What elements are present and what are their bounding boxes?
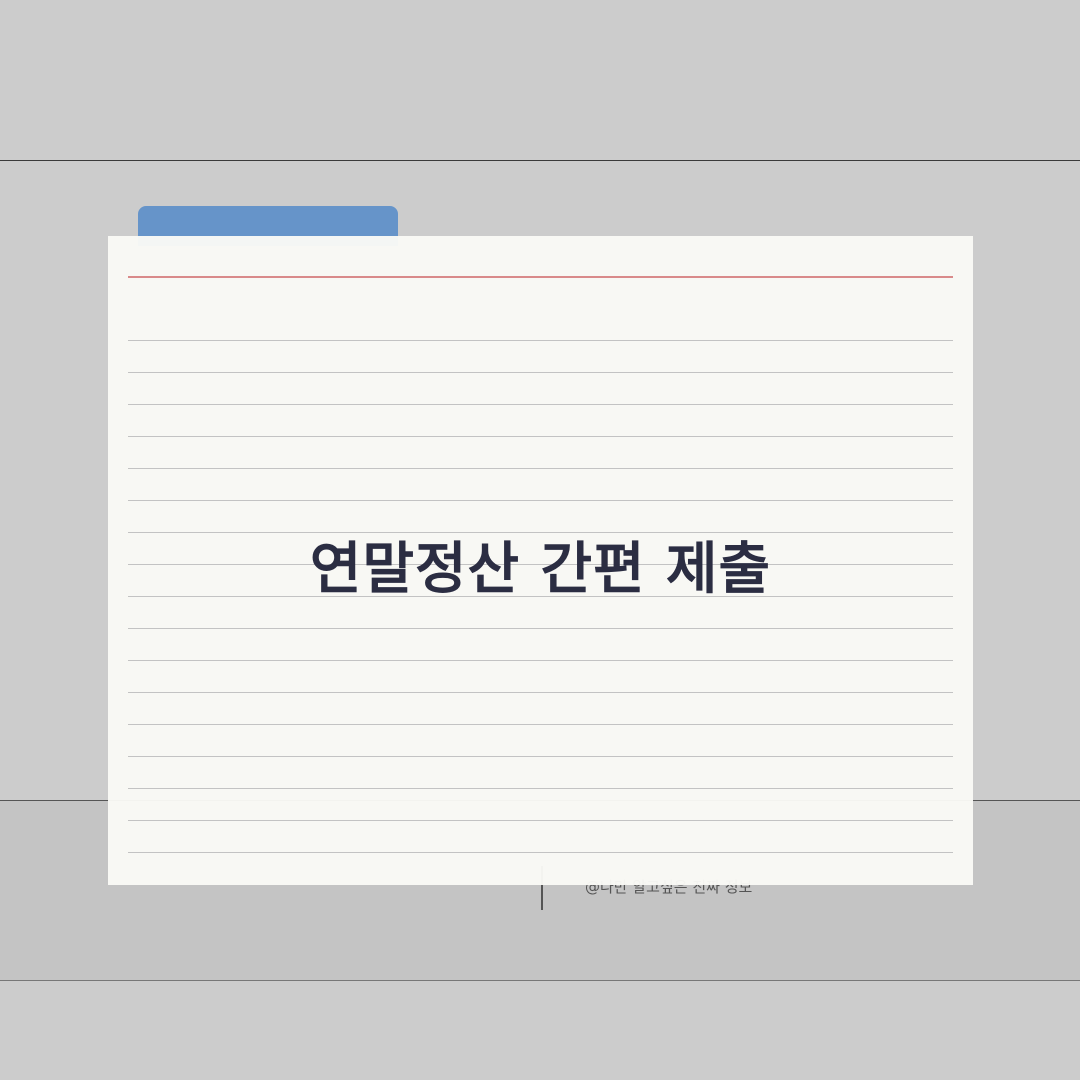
footer-bottom-line (0, 980, 1080, 981)
top-divider-line (0, 160, 1080, 161)
margin-red-line (128, 276, 953, 278)
lined-note-card: 연말정산 간편 제출 (108, 236, 973, 885)
card-title: 연말정산 간편 제출 (309, 537, 772, 602)
